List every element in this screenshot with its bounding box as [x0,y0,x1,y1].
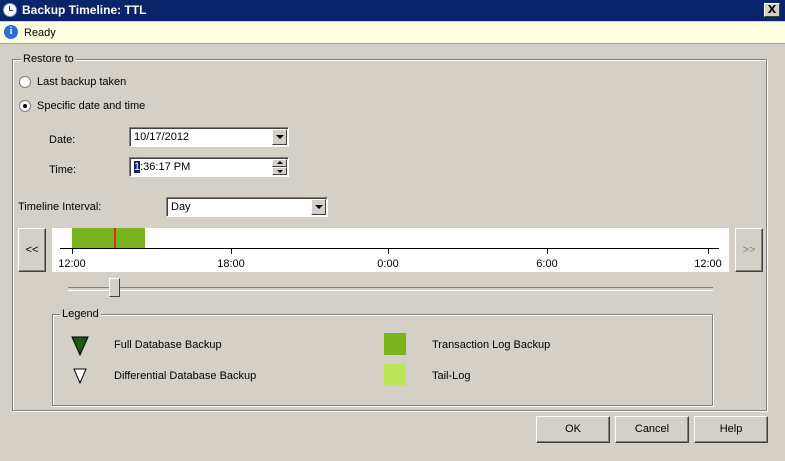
window-title: Backup Timeline: TTL [22,3,147,17]
date-field[interactable]: 10/17/2012 [129,127,289,147]
timeline-interval-select[interactable]: Day [166,197,328,217]
date-label: Date: [49,134,76,146]
timeline-tick [72,248,73,254]
legend-differential-backup-label: Differential Database Backup [114,370,257,382]
specific-time-radio[interactable] [19,100,31,112]
timeline-tick-label: 12:00 [694,258,722,270]
timeline-tick [388,248,389,254]
timeline-next-button[interactable]: >> [735,228,763,272]
selected-time-marker [114,228,116,248]
chevron-down-icon[interactable] [311,199,326,215]
timeline-tick-label: 12:00 [58,258,86,270]
timeline-slider-thumb[interactable] [109,278,120,297]
time-down-icon[interactable] [272,167,287,175]
close-button[interactable]: X [764,3,780,17]
info-icon: i [4,25,18,39]
clock-icon [3,3,17,17]
date-value: 10/17/2012 [134,131,190,143]
differential-backup-triangle-icon [73,368,87,384]
timeline-slider-track[interactable] [68,287,713,291]
timeline-tick [547,248,548,254]
legend-group [52,314,713,406]
help-button[interactable]: Help [694,416,768,443]
timeline-tick [231,248,232,254]
timeline-prev-button[interactable]: << [18,228,46,272]
timeline-tick-label: 18:00 [217,258,245,270]
time-label: Time: [49,164,77,176]
chevron-down-icon[interactable] [272,129,287,145]
timeline-interval-value: Day [171,201,191,213]
time-value: 1:36:17 PM [134,161,190,173]
restore-to-label: Restore to [21,53,76,65]
status-bar: i Ready [0,22,785,44]
time-value-rest: :36:17 PM [140,161,191,173]
full-backup-triangle-icon [71,336,89,356]
legend-tail-log-label: Tail-Log [432,370,471,382]
timeline-tick-label: 0:00 [377,258,399,270]
cancel-button[interactable]: Cancel [615,416,689,443]
ok-button[interactable]: OK [536,416,610,443]
transaction-log-block[interactable] [72,228,145,248]
time-field[interactable]: 1:36:17 PM [129,157,289,177]
specific-time-label[interactable]: Specific date and time [37,100,145,112]
timeline-interval-label: Timeline Interval: [18,201,102,213]
title-bar: Backup Timeline: TTL X [0,0,785,21]
timeline-tick [708,248,709,254]
timeline-chart[interactable]: 12:00 18:00 0:00 6:00 12:00 [52,228,729,272]
time-up-icon[interactable] [272,159,287,167]
timeline-tick-label: 6:00 [536,258,558,270]
tail-log-swatch-icon [384,364,406,386]
status-text: Ready [24,27,56,39]
last-backup-radio[interactable] [19,76,31,88]
transaction-log-swatch-icon [384,333,406,355]
legend-transaction-log-label: Transaction Log Backup [432,339,551,351]
legend-full-backup-label: Full Database Backup [114,339,222,351]
legend-label: Legend [60,308,101,320]
timeline-axis [60,248,719,249]
last-backup-label[interactable]: Last backup taken [37,76,126,88]
